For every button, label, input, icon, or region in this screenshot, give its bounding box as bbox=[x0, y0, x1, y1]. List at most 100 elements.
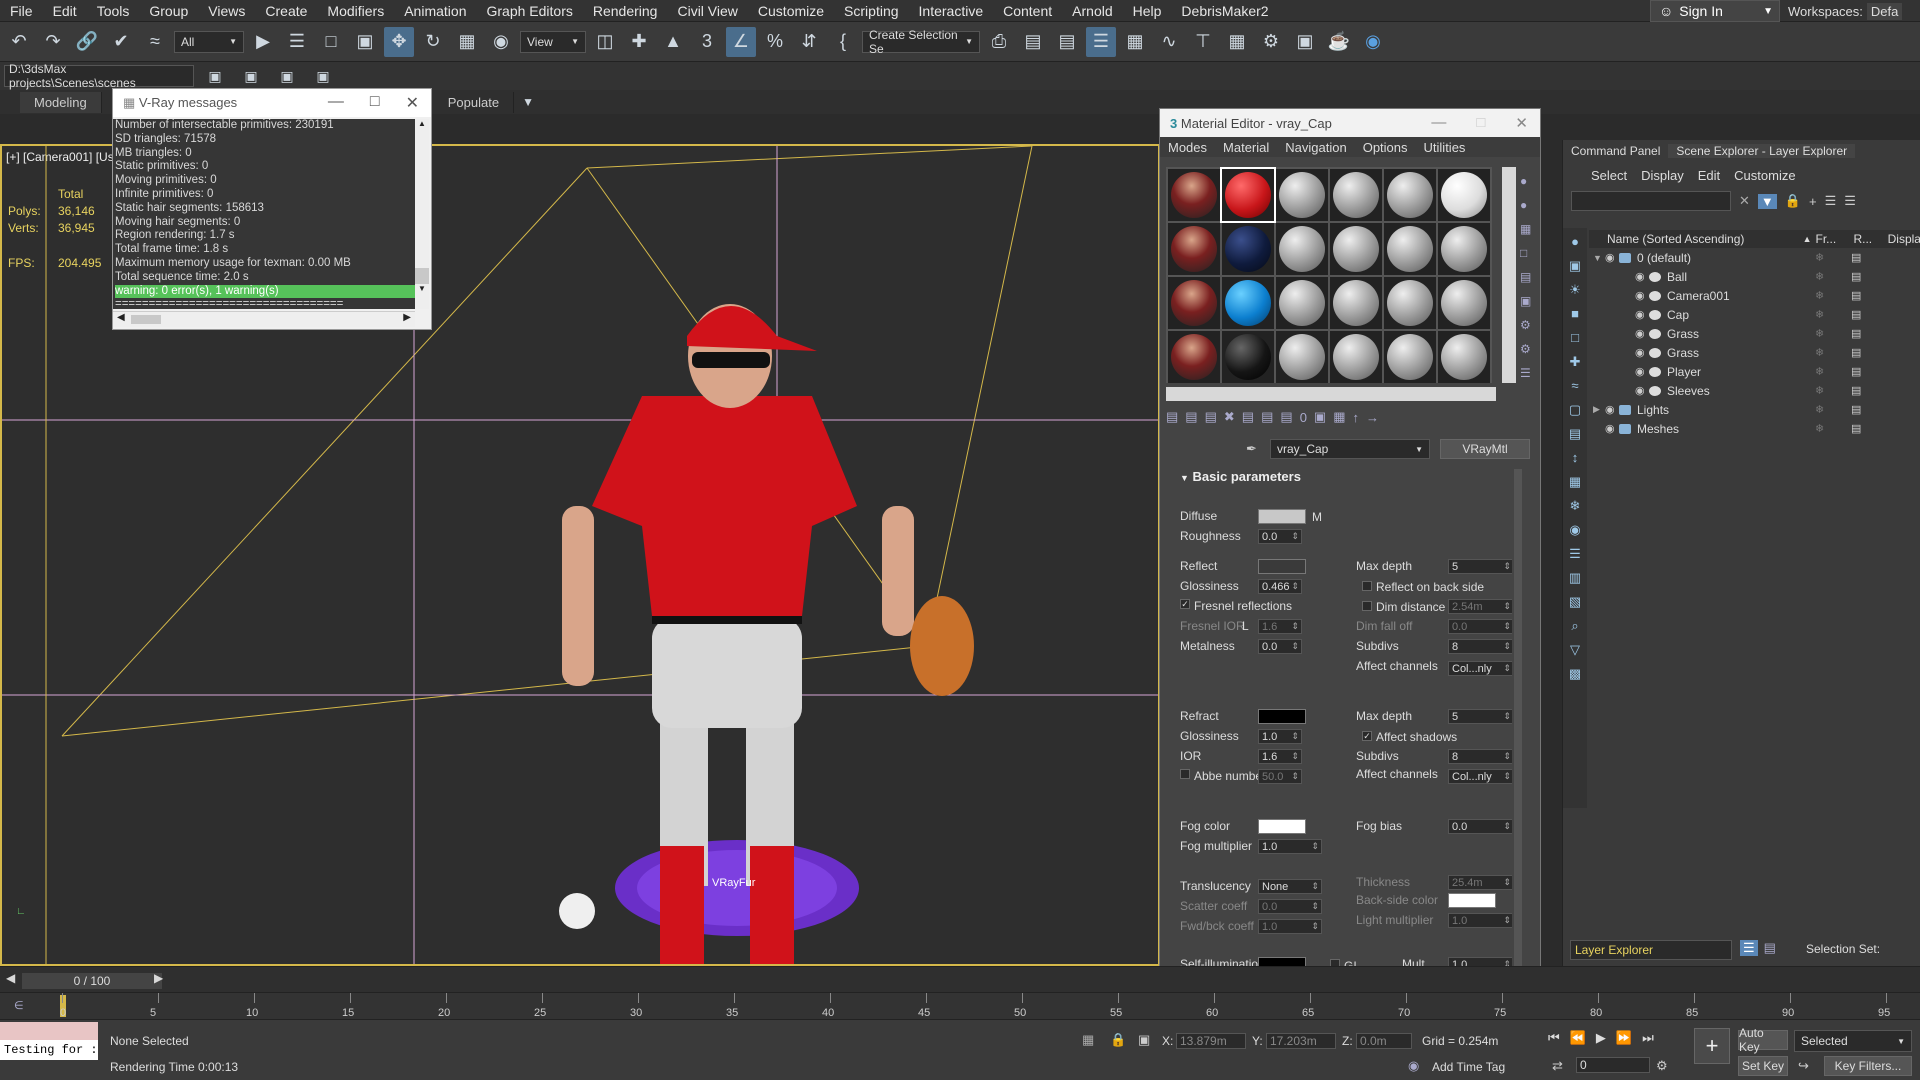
refract-affect-channels-dropdown[interactable]: Col...nly ⇕ bbox=[1448, 769, 1512, 784]
display-spacewarps-icon[interactable]: ≈ bbox=[1566, 378, 1584, 396]
z-coordinate-field[interactable]: 0.0m bbox=[1356, 1033, 1412, 1049]
refract-subdivs-spinner[interactable]: 8 ⇕ bbox=[1448, 749, 1512, 764]
expand-icon[interactable]: ▼ bbox=[1593, 253, 1605, 263]
explorer-menu-edit[interactable]: Edit bbox=[1698, 168, 1720, 183]
sample-slot[interactable] bbox=[1222, 277, 1274, 329]
render-toggle-icon[interactable]: ▤ bbox=[1851, 270, 1861, 283]
freeze-icon[interactable]: ❄ bbox=[1815, 270, 1824, 283]
close-icon[interactable]: ✕ bbox=[1515, 114, 1528, 132]
project-folder-icon[interactable]: ▣ bbox=[200, 61, 230, 91]
mated-menu-options[interactable]: Options bbox=[1355, 140, 1416, 155]
minimize-icon[interactable]: — bbox=[1431, 114, 1446, 132]
sample-slot[interactable] bbox=[1438, 223, 1490, 275]
select-and-scale-icon[interactable]: ▦ bbox=[452, 27, 482, 57]
align-icon[interactable]: ▤ bbox=[1018, 27, 1048, 57]
metalness-spinner[interactable]: 0.0 ⇕ bbox=[1258, 639, 1302, 654]
clear-search-icon[interactable]: ✕ bbox=[1739, 193, 1750, 209]
reflect-color-swatch[interactable] bbox=[1258, 559, 1306, 574]
expand-icon[interactable]: ▶ bbox=[1593, 404, 1605, 415]
show-map-icon[interactable]: ▣ bbox=[1314, 409, 1326, 425]
dim-distance-spinner[interactable]: 2.54m ⇕ bbox=[1448, 599, 1512, 614]
bind-space-warp-icon[interactable]: ≈ bbox=[140, 27, 170, 57]
freeze-icon[interactable]: ❄ bbox=[1815, 384, 1824, 397]
render-toggle-icon[interactable]: ▤ bbox=[1851, 346, 1861, 359]
refract-glossiness-spinner[interactable]: 1.0 ⇕ bbox=[1258, 729, 1302, 744]
select-and-move-icon[interactable]: ✥ bbox=[384, 26, 414, 57]
display-cameras-icon[interactable]: ■ bbox=[1566, 306, 1584, 324]
sample-slot[interactable] bbox=[1276, 169, 1328, 221]
maxscript-listener-input[interactable]: Testing for : bbox=[0, 1040, 98, 1060]
scroll-right-icon[interactable]: ▶ bbox=[403, 312, 411, 323]
link-icon[interactable]: 🔗 bbox=[72, 27, 102, 57]
ribbon-options-icon[interactable]: ▼ bbox=[516, 87, 540, 117]
angle-snap-icon[interactable]: ∠ bbox=[726, 26, 756, 57]
create-project-icon[interactable]: ▣ bbox=[236, 61, 266, 91]
render-toggle-icon[interactable]: ▤ bbox=[1851, 327, 1861, 340]
reference-coordinate-dropdown[interactable]: View ▼ bbox=[520, 30, 586, 53]
visibility-eye-icon[interactable]: ◉ bbox=[1605, 422, 1619, 435]
create-selection-set-dropdown[interactable]: Create Selection Se ▼ bbox=[862, 28, 980, 56]
close-icon[interactable]: ✕ bbox=[406, 93, 419, 113]
dim-distance-checkbox[interactable] bbox=[1362, 601, 1372, 611]
time-tag-icon[interactable]: ◉ bbox=[1408, 1058, 1419, 1074]
visibility-eye-icon[interactable]: ◉ bbox=[1605, 403, 1619, 416]
menu-item-customize[interactable]: Customize bbox=[748, 3, 834, 19]
y-coordinate-field[interactable]: 17.203m bbox=[1266, 1033, 1336, 1049]
glossiness-spinner[interactable]: 0.466 ⇕ bbox=[1258, 579, 1302, 594]
maxscript-listener-output[interactable] bbox=[0, 1022, 98, 1040]
tree-row[interactable]: ◉ Grass ❄ ▤ bbox=[1589, 343, 1920, 362]
schematic-view-icon[interactable]: ⊤ bbox=[1188, 27, 1218, 57]
render-setup-icon[interactable]: ⚙ bbox=[1256, 27, 1286, 57]
render-toggle-icon[interactable]: ▤ bbox=[1851, 289, 1861, 302]
menu-item-debrismaker2[interactable]: DebrisMaker2 bbox=[1171, 3, 1278, 19]
x-coordinate-field[interactable]: 13.879m bbox=[1176, 1033, 1246, 1049]
create-default-project-icon[interactable]: ▣ bbox=[272, 61, 302, 91]
rendered-frame-window-icon[interactable]: ▣ bbox=[1290, 27, 1320, 57]
scroll-thumb[interactable] bbox=[415, 268, 429, 284]
toggle-scene-explorer-icon[interactable]: ▤ bbox=[1052, 27, 1082, 57]
curve-editor-icon[interactable]: ∿ bbox=[1154, 27, 1184, 57]
menu-item-content[interactable]: Content bbox=[993, 3, 1062, 19]
render-column-header[interactable]: R... bbox=[1853, 232, 1887, 246]
next-frame-icon[interactable]: ▶ bbox=[154, 971, 163, 985]
add-layer-icon[interactable]: + bbox=[1809, 194, 1817, 209]
abbe-spinner[interactable]: 50.0 ⇕ bbox=[1258, 769, 1302, 784]
make-copy-icon[interactable]: ▤ bbox=[1242, 409, 1254, 425]
visibility-eye-icon[interactable]: ◉ bbox=[1635, 308, 1649, 321]
scatter-coeff-spinner[interactable]: 0.0 ⇕ bbox=[1258, 899, 1322, 914]
fog-color-swatch[interactable] bbox=[1258, 819, 1306, 834]
vray-messages-titlebar[interactable]: ▦ V-Ray messages — □ ✕ bbox=[113, 89, 431, 117]
minimize-icon[interactable]: — bbox=[328, 93, 344, 113]
isolate-icon[interactable]: ▦ bbox=[1082, 1032, 1094, 1048]
pivot-center-icon[interactable]: ◫ bbox=[590, 27, 620, 57]
select-by-name-icon[interactable]: ☰ bbox=[282, 27, 312, 57]
go-to-start-icon[interactable]: ⏮ bbox=[1548, 1030, 1560, 1046]
selection-filter-dropdown[interactable]: All ▼ bbox=[174, 30, 244, 53]
mirror-icon[interactable]: ⎙ bbox=[984, 27, 1014, 57]
menu-item-edit[interactable]: Edit bbox=[43, 3, 87, 19]
scroll-down-icon[interactable]: ▼ bbox=[415, 284, 429, 293]
refract-max-depth-spinner[interactable]: 5 ⇕ bbox=[1448, 709, 1512, 724]
visibility-eye-icon[interactable]: ◉ bbox=[1635, 365, 1649, 378]
render-production-icon[interactable]: ☕ bbox=[1324, 27, 1354, 57]
backlight-icon[interactable]: ● bbox=[1520, 193, 1538, 217]
fwd-bck-coeff-spinner[interactable]: 1.0 ⇕ bbox=[1258, 919, 1322, 934]
max-depth-spinner[interactable]: 5 ⇕ bbox=[1448, 559, 1512, 574]
tree-row[interactable]: ▼ ◉ 0 (default) ❄ ▤ bbox=[1589, 248, 1920, 267]
display-none-icon[interactable]: ● bbox=[1566, 234, 1584, 252]
reset-icon[interactable]: ✖ bbox=[1224, 409, 1235, 425]
mated-menu-utilities[interactable]: Utilities bbox=[1416, 140, 1474, 155]
find-icon[interactable]: ⌕ bbox=[1566, 618, 1584, 636]
sample-slot[interactable] bbox=[1438, 277, 1490, 329]
mated-menu-material[interactable]: Material bbox=[1215, 140, 1277, 155]
fresnel-checkbox[interactable]: ✓ bbox=[1180, 599, 1190, 609]
name-column-header[interactable]: Name (Sorted Ascending) bbox=[1593, 232, 1803, 246]
menu-item-views[interactable]: Views bbox=[198, 3, 255, 19]
project-path-field[interactable]: D:\3dsMax projects\Scenes\scenes bbox=[4, 62, 194, 90]
sample-type-icon[interactable]: ● bbox=[1520, 169, 1538, 193]
key-filters-button[interactable]: Key Filters... bbox=[1824, 1056, 1912, 1076]
sample-slot[interactable] bbox=[1384, 169, 1436, 221]
tab-command-panel[interactable]: Command Panel bbox=[1563, 144, 1668, 158]
display-column-header[interactable]: Displa bbox=[1888, 232, 1920, 246]
set-key-button[interactable]: Set Key bbox=[1738, 1056, 1788, 1076]
